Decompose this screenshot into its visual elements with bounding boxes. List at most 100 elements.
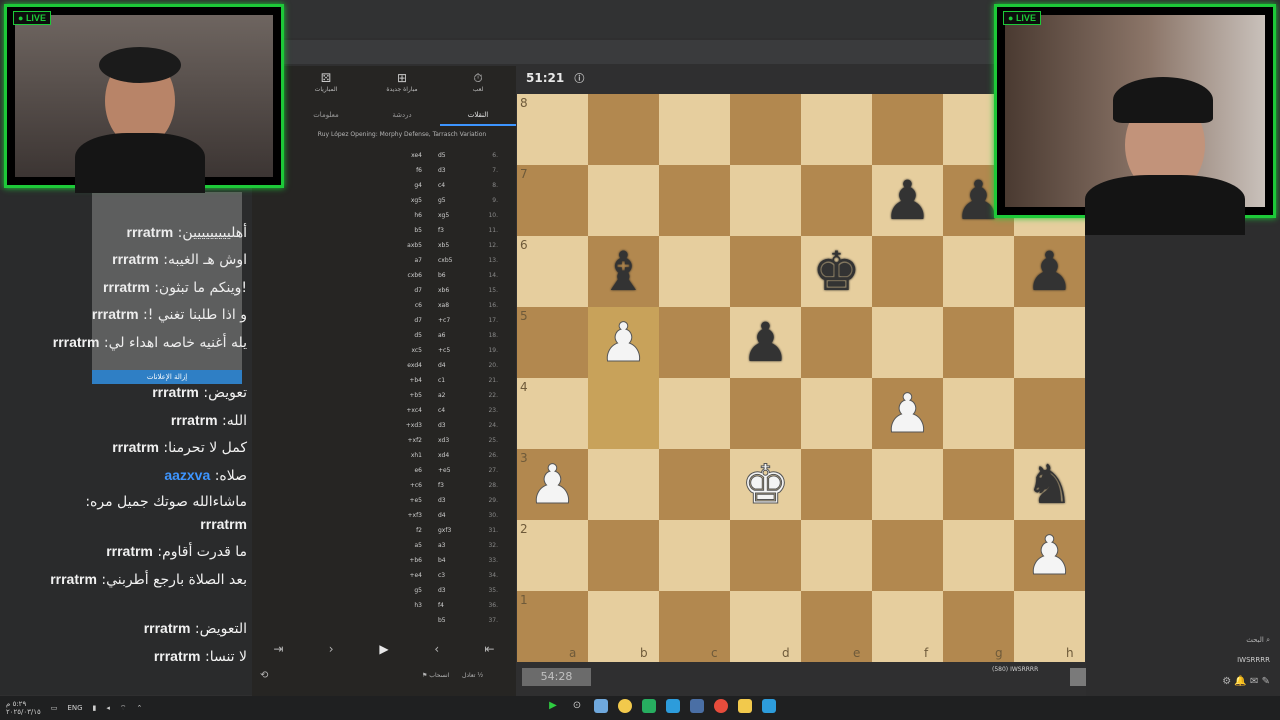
black-move[interactable]: a7 (382, 257, 423, 264)
black-move[interactable]: +xd3 (382, 422, 422, 429)
square-c3[interactable] (659, 449, 730, 520)
white-move[interactable]: xb5 (438, 242, 478, 249)
subtab-moves[interactable]: النقلات (440, 106, 516, 126)
square-b2[interactable] (588, 520, 659, 591)
language-indicator[interactable]: ENG (67, 704, 82, 712)
settings-icon[interactable]: ⚙ (1222, 676, 1231, 687)
square-g4[interactable] (943, 378, 1014, 449)
app-icon-1[interactable] (594, 699, 608, 713)
black-move[interactable]: +e4 (382, 572, 422, 579)
move-row[interactable]: d3 +e5 29. (288, 497, 516, 512)
square-h1[interactable] (1014, 591, 1085, 662)
move-row[interactable]: a3 a5 32. (288, 542, 516, 557)
white-move[interactable]: a3 (438, 542, 478, 549)
square-g1[interactable] (943, 591, 1014, 662)
white-move[interactable]: d4 (438, 362, 478, 369)
move-row[interactable]: xd3 +xf2 25. (288, 437, 516, 452)
move-row[interactable]: d3 +xd3 24. (288, 422, 516, 437)
flip-icon[interactable]: ⟲ (260, 670, 268, 681)
square-e3[interactable] (801, 449, 872, 520)
mail-icon[interactable]: ✉ (1250, 676, 1258, 687)
black-move[interactable]: +b6 (382, 557, 422, 564)
chat-icon[interactable]: ✎ (1262, 676, 1270, 687)
square-a6[interactable] (517, 236, 588, 307)
white-move[interactable]: c3 (438, 572, 478, 579)
square-a8[interactable] (517, 94, 588, 165)
move-row[interactable]: f4 h3 36. (288, 602, 516, 617)
square-c7[interactable] (659, 165, 730, 236)
square-g2[interactable] (943, 520, 1014, 591)
black-move[interactable]: f6 (382, 167, 422, 174)
square-e1[interactable] (801, 591, 872, 662)
white-move[interactable]: xa8 (438, 302, 478, 309)
black-move[interactable]: f2 (382, 527, 422, 534)
move-row[interactable]: xa8 c6 16. (288, 302, 516, 317)
square-a7[interactable] (517, 165, 588, 236)
chat-username[interactable]: rrratrm (106, 543, 153, 559)
clock[interactable]: ٥:٢٩ م ٢٠٢٥/٠٣/١٥ (6, 700, 41, 716)
move-row[interactable]: d3 f6 7. (288, 167, 516, 182)
square-e5[interactable] (801, 307, 872, 378)
white-move[interactable]: xb6 (438, 287, 478, 294)
chat-username[interactable]: rrratrm (171, 412, 218, 428)
black-move[interactable]: cxb6 (382, 272, 422, 279)
move-row[interactable]: xb6 d7 15. (288, 287, 516, 302)
move-row[interactable]: b6 cxb6 14. (288, 272, 516, 287)
square-a1[interactable] (517, 591, 588, 662)
prev-move-button[interactable]: ‹ (417, 642, 457, 662)
move-row[interactable]: a2 +b5 22. (288, 392, 516, 407)
square-b1[interactable] (588, 591, 659, 662)
move-row[interactable]: d4 +xf3 30. (288, 512, 516, 527)
square-b7[interactable] (588, 165, 659, 236)
move-row[interactable]: f3 b5 11. (288, 227, 516, 242)
square-d8[interactable] (730, 94, 801, 165)
square-b8[interactable] (588, 94, 659, 165)
move-row[interactable]: xg5 h6 10. (288, 212, 516, 227)
square-h4[interactable] (1014, 378, 1085, 449)
network-icon[interactable]: ⌔ (120, 704, 127, 713)
tab-play[interactable]: ⏱ لعب (448, 70, 508, 102)
white-move[interactable]: c4 (438, 407, 478, 414)
battery-icon[interactable]: ▮ (93, 704, 97, 712)
chat-username[interactable]: rrratrm (200, 516, 247, 532)
black-knight-piece[interactable]: ♞ (1014, 449, 1085, 520)
black-move[interactable]: axb5 (382, 242, 422, 249)
app-icon-3[interactable] (642, 699, 656, 713)
notification-icon[interactable]: ▭ (51, 704, 58, 712)
black-pawn-piece[interactable]: ♟ (1014, 236, 1085, 307)
square-c5[interactable] (659, 307, 730, 378)
white-move[interactable]: c1 (438, 377, 478, 384)
white-move[interactable]: d3 (438, 587, 478, 594)
move-row[interactable]: xb5 axb5 12. (288, 242, 516, 257)
tray-up-icon[interactable]: ⌃ (136, 704, 142, 712)
black-move[interactable]: +e5 (382, 497, 422, 504)
draw-button[interactable]: تعادل ½ (462, 672, 483, 679)
square-f2[interactable] (872, 520, 943, 591)
move-row[interactable]: xd4 xh1 26. (288, 452, 516, 467)
white-move[interactable]: f4 (438, 602, 478, 609)
square-g5[interactable] (943, 307, 1014, 378)
black-move[interactable]: +b4 (382, 377, 422, 384)
square-d7[interactable] (730, 165, 801, 236)
white-move[interactable]: b4 (438, 557, 478, 564)
white-king-piece[interactable]: ♚ (730, 449, 801, 520)
black-pawn-piece[interactable]: ♟ (730, 307, 801, 378)
chat-username[interactable]: rrratrm (154, 648, 201, 664)
square-g3[interactable] (943, 449, 1014, 520)
move-row[interactable]: f3 +c6 28. (288, 482, 516, 497)
black-move[interactable]: xg5 (382, 197, 422, 204)
square-a4[interactable] (517, 378, 588, 449)
move-row[interactable]: d5 xe4 6. (288, 152, 516, 167)
square-f6[interactable] (872, 236, 943, 307)
white-move[interactable]: b5 (438, 617, 478, 624)
square-f3[interactable] (872, 449, 943, 520)
move-row[interactable]: d3 g5 35. (288, 587, 516, 602)
move-row[interactable]: c1 +b4 21. (288, 377, 516, 392)
black-move[interactable]: d5 (382, 332, 422, 339)
white-move[interactable]: xg5 (438, 212, 478, 219)
square-b3[interactable] (588, 449, 659, 520)
move-row[interactable]: +c5 xc5 19. (288, 347, 516, 362)
move-row[interactable]: d4 exd4 20. (288, 362, 516, 377)
black-king-piece[interactable]: ♚ (801, 236, 872, 307)
black-move[interactable]: h3 (382, 602, 422, 609)
